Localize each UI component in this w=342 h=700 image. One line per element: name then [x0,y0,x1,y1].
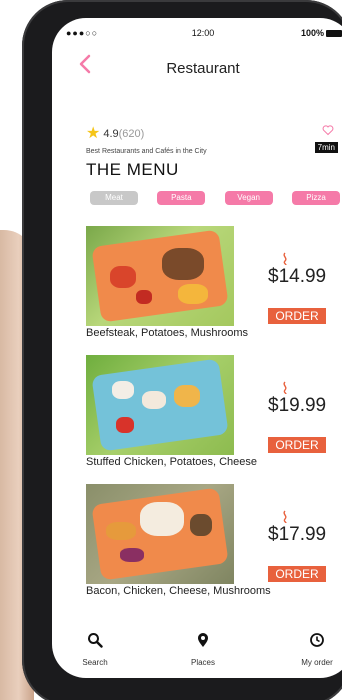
food-shape [106,522,136,540]
order-button[interactable]: ORDER [268,566,326,582]
dish-photo [86,355,234,455]
food-shape [110,266,136,288]
order-button[interactable]: ORDER [268,437,326,453]
food-shape [178,284,208,304]
category-filters: Meat Pasta Vegan Pizza [90,191,340,205]
clock-icon [310,633,324,647]
search-icon [88,633,103,648]
item-name: Beefsteak, Potatoes, Mushrooms [86,327,249,339]
tab-label: Places [190,658,215,667]
category-chip-vegan[interactable]: Vegan [224,191,273,205]
phone-screen: ●●●○○ 12:00 100% Restaurant ★ 4.9 (620) … [52,18,342,678]
spicy-icon [283,381,287,395]
item-name: Stuffed Chicken, Potatoes, Cheese [86,456,258,468]
food-shape [112,381,134,399]
menu-item: $19.99 ORDER Stuffed Chicken, Potatoes, … [86,355,338,480]
battery-icon [326,30,342,38]
item-price: $17.99 [268,524,327,545]
dish-photo [86,226,234,326]
food-shape [136,290,152,304]
wait-time-badge: 7min [314,142,338,153]
tab-label: My order [301,658,333,667]
item-price: $19.99 [268,395,327,416]
heart-icon[interactable] [322,124,334,136]
battery-percent: 100% [300,28,324,38]
food-shape [142,391,166,409]
status-time: 12:00 [191,28,215,38]
item-price: $14.99 [268,266,327,287]
item-name: Bacon, Chicken, Cheese, Mushrooms [86,585,271,597]
dish-photo [86,484,234,584]
food-shape [116,417,134,433]
food-shape [120,548,144,562]
food-shape [162,248,204,280]
phone-frame: ●●●○○ 12:00 100% Restaurant ★ 4.9 (620) … [22,0,342,700]
category-chip-pasta[interactable]: Pasta [157,191,206,205]
page-title: Restaurant [166,60,240,77]
rating-value: 4.9 [103,128,119,140]
tab-search[interactable]: Search [60,632,130,667]
restaurant-tagline: Best Restaurants and Cafés in the City [86,148,207,155]
spicy-icon [283,510,287,524]
location-pin-icon [198,633,208,647]
spicy-icon [283,252,287,266]
star-icon: ★ [86,125,101,142]
category-chip-pizza[interactable]: Pizza [291,191,340,205]
bottom-tab-bar: Search Places My order [52,624,342,672]
rating-count: (620) [118,128,145,140]
battery-indicator: 100% [301,28,342,38]
food-shape [190,514,212,536]
menu-item: $17.99 ORDER Bacon, Chicken, Cheese, Mus… [86,484,338,609]
rating: ★ 4.9 (620) [86,126,144,142]
order-button[interactable]: ORDER [268,308,326,324]
food-shape [140,502,184,536]
food-shape [174,385,200,407]
menu-item: $14.99 ORDER Beefsteak, Potatoes, Mushro… [86,226,338,351]
tab-places[interactable]: Places [168,632,238,667]
status-bar: ●●●○○ 12:00 100% [52,26,342,42]
menu-title: THE MENU [86,160,179,179]
category-chip-meat[interactable]: Meat [90,191,138,205]
tab-label: Search [82,658,108,667]
tab-my-order[interactable]: My order [282,632,342,667]
